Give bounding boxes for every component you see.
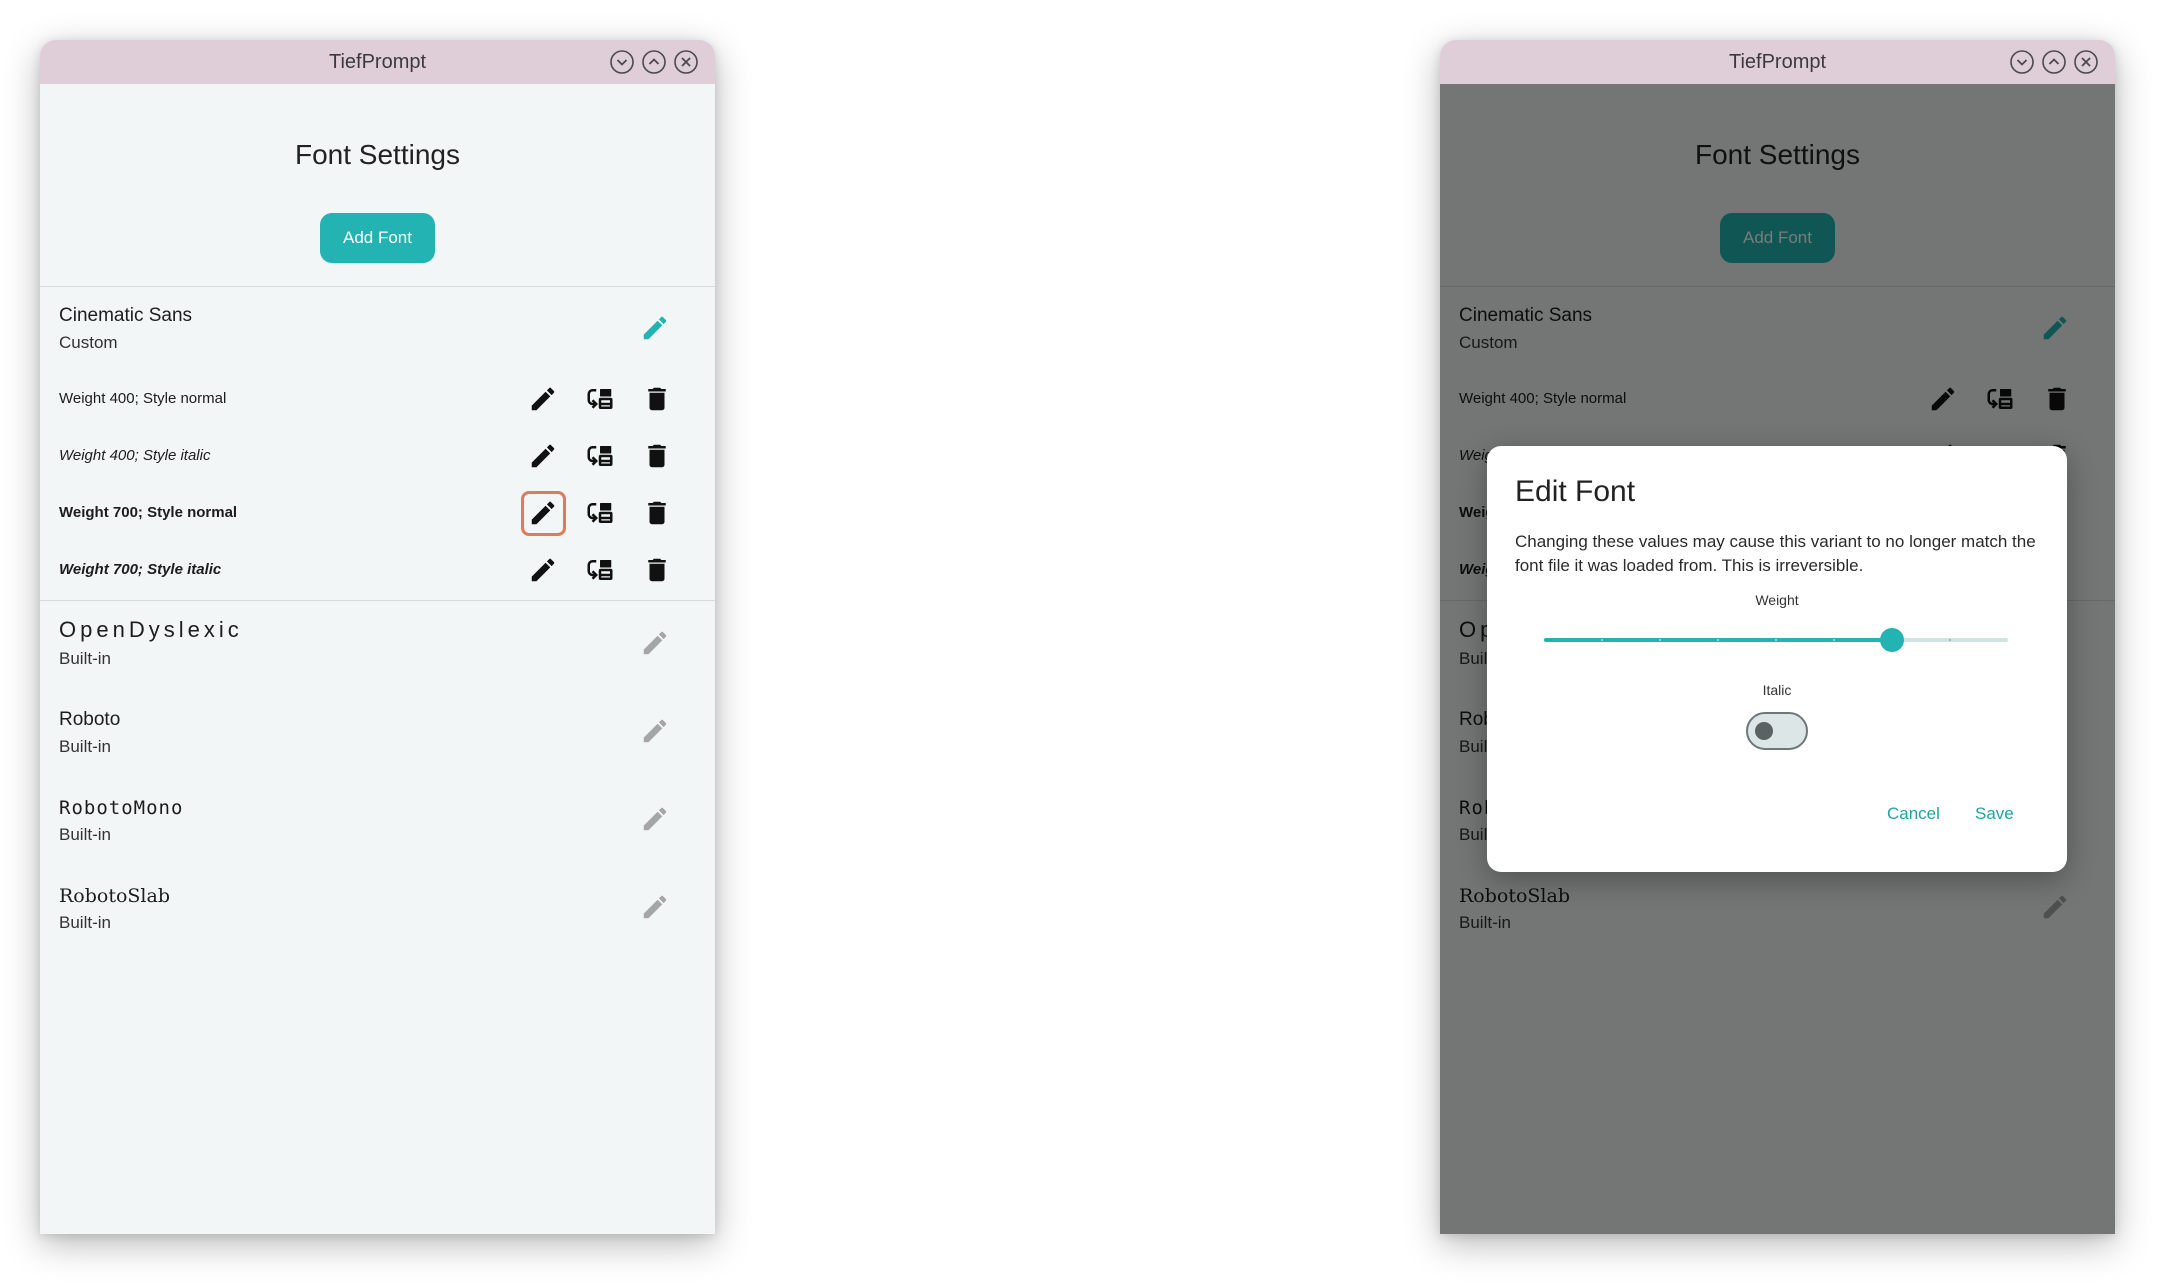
- variant-label: Weight 400; Style normal: [59, 390, 227, 407]
- minimize-chevron-down-icon[interactable]: [609, 49, 635, 75]
- title-bar[interactable]: TiefPrompt: [40, 40, 715, 84]
- edit-font-pencil-icon[interactable]: [640, 892, 670, 922]
- settings-content: Font Settings Add Font Cinematic Sans Cu…: [40, 84, 715, 1234]
- edit-variant-pencil-icon[interactable]: [528, 384, 558, 414]
- edit-font-dialog: Edit Font Changing these values may caus…: [1487, 446, 2067, 872]
- save-button[interactable]: Save: [1967, 800, 2022, 828]
- italic-toggle-knob: [1755, 722, 1773, 740]
- font-name-robotomono: RobotoMono: [59, 797, 184, 819]
- divider: [40, 286, 715, 287]
- variant-label: Weight 700; Style italic: [59, 561, 222, 578]
- close-window-icon[interactable]: [673, 49, 699, 75]
- weight-slider-tick: [1833, 639, 1835, 641]
- edit-font-pencil-icon[interactable]: [640, 716, 670, 746]
- app-window: TiefPrompt Font Settings Add Font Cinema…: [40, 40, 715, 1234]
- page-title: Font Settings: [295, 139, 460, 170]
- dialog-message: Changing these values may cause this var…: [1515, 532, 2036, 575]
- font-name-robotoslab: RobotoSlab: [59, 885, 171, 907]
- divider: [40, 600, 715, 601]
- weight-slider-thumb[interactable]: [1880, 628, 1904, 652]
- font-kind-label: Built-in: [59, 913, 111, 932]
- edit-font-pencil-icon[interactable]: [640, 313, 670, 343]
- weight-slider-tick: [1601, 639, 1603, 641]
- delete-variant-trash-icon[interactable]: [642, 441, 672, 471]
- maximize-chevron-up-icon[interactable]: [2041, 49, 2067, 75]
- weight-label: Weight: [1755, 592, 1799, 608]
- italic-toggle[interactable]: [1746, 712, 1808, 750]
- minimize-chevron-down-icon[interactable]: [2009, 49, 2035, 75]
- cancel-button[interactable]: Cancel: [1879, 800, 1948, 828]
- replace-variant-icon[interactable]: [585, 498, 615, 528]
- font-name-opendyslexic: OpenDyslexic: [59, 617, 243, 642]
- edit-variant-pencil-icon[interactable]: [528, 555, 558, 585]
- italic-label: Italic: [1762, 682, 1792, 698]
- delete-variant-trash-icon[interactable]: [642, 498, 672, 528]
- weight-slider-tick: [1659, 639, 1661, 641]
- replace-variant-icon[interactable]: [585, 441, 615, 471]
- dialog-title: Edit Font: [1515, 475, 1636, 508]
- delete-variant-trash-icon[interactable]: [642, 384, 672, 414]
- weight-slider-tick: [1949, 639, 1951, 641]
- delete-variant-trash-icon[interactable]: [642, 555, 672, 585]
- font-kind-label: Built-in: [59, 649, 111, 668]
- variant-label: Weight 700; Style normal: [59, 504, 238, 521]
- edit-font-pencil-icon[interactable]: [640, 628, 670, 658]
- font-kind-label: Built-in: [59, 825, 111, 844]
- maximize-chevron-up-icon[interactable]: [641, 49, 667, 75]
- close-window-icon[interactable]: [2073, 49, 2099, 75]
- weight-slider-tick: [1775, 639, 1777, 641]
- replace-variant-icon[interactable]: [585, 555, 615, 585]
- edit-variant-pencil-icon[interactable]: [528, 441, 558, 471]
- weight-slider[interactable]: [1544, 628, 2008, 652]
- edit-variant-pencil-icon[interactable]: [528, 498, 558, 528]
- font-kind-label: Custom: [59, 333, 118, 352]
- variant-label: Weight 400; Style italic: [59, 447, 211, 464]
- title-bar[interactable]: TiefPrompt: [1440, 40, 2115, 84]
- add-font-button[interactable]: Add Font: [320, 213, 435, 263]
- weight-slider-tick: [1717, 639, 1719, 641]
- app-window-with-dialog: TiefPrompt Font Settings Add Font Cinema…: [1440, 40, 2115, 1234]
- edit-font-pencil-icon[interactable]: [640, 804, 670, 834]
- font-name-cinematic-sans: Cinematic Sans: [59, 305, 193, 326]
- replace-variant-icon[interactable]: [585, 384, 615, 414]
- font-name-roboto: Roboto: [59, 709, 121, 730]
- font-kind-label: Built-in: [59, 737, 111, 756]
